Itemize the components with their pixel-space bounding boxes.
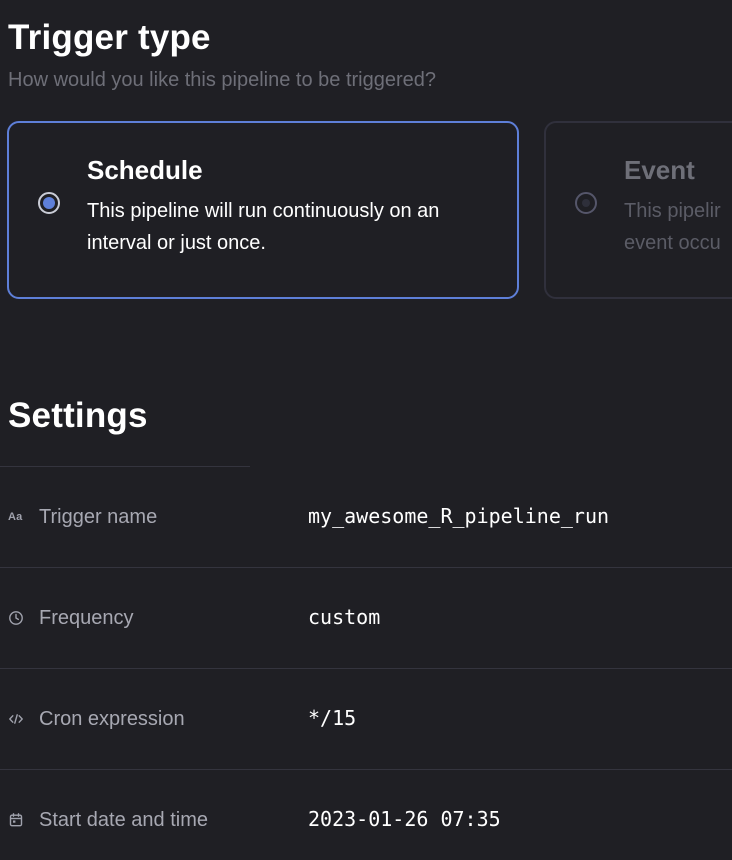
- trigger-name-label: Trigger name: [39, 506, 158, 528]
- setting-row-cron-expression: Cron expression */15: [0, 669, 732, 770]
- event-option-description: This pipelir event occu: [624, 195, 732, 259]
- event-option-card[interactable]: Event This pipelir event occu: [544, 121, 732, 299]
- event-option-title: Event: [624, 155, 695, 185]
- code-icon: [8, 711, 24, 727]
- cron-expression-input[interactable]: */15: [308, 705, 356, 731]
- event-option-description-line1: This pipelir: [624, 200, 721, 222]
- trigger-type-subtitle: How would you like this pipeline to be t…: [8, 69, 437, 91]
- start-date-label: Start date and time: [39, 809, 208, 831]
- setting-row-trigger-name: Aa Trigger name my_awesome_R_pipeline_ru…: [0, 467, 732, 568]
- schedule-radio[interactable]: [38, 192, 60, 214]
- settings-table: Aa Trigger name my_awesome_R_pipeline_ru…: [0, 467, 732, 860]
- calendar-icon: [8, 812, 24, 828]
- cron-expression-label: Cron expression: [39, 708, 185, 730]
- trigger-type-options: Schedule This pipeline will run continuo…: [0, 121, 732, 301]
- schedule-option-card[interactable]: Schedule This pipeline will run continuo…: [7, 121, 519, 299]
- start-date-input[interactable]: 2023-01-26 07:35: [308, 806, 501, 832]
- trigger-name-input[interactable]: my_awesome_R_pipeline_run: [308, 503, 609, 529]
- text-aa-icon: Aa: [8, 511, 23, 523]
- schedule-option-title: Schedule: [87, 155, 203, 185]
- trigger-type-title: Trigger type: [8, 18, 211, 57]
- event-radio[interactable]: [575, 192, 597, 214]
- pipeline-trigger-page: Trigger type How would you like this pip…: [0, 0, 732, 860]
- schedule-option-description: This pipeline will run continuously on a…: [87, 200, 440, 254]
- setting-row-start-date: Start date and time 2023-01-26 07:35: [0, 770, 732, 860]
- frequency-label: Frequency: [39, 607, 134, 629]
- clock-icon: [8, 610, 24, 626]
- event-option-description-line2: event occu: [624, 232, 721, 254]
- setting-row-frequency: Frequency custom: [0, 568, 732, 669]
- settings-title: Settings: [8, 396, 148, 435]
- frequency-select[interactable]: custom: [308, 604, 380, 630]
